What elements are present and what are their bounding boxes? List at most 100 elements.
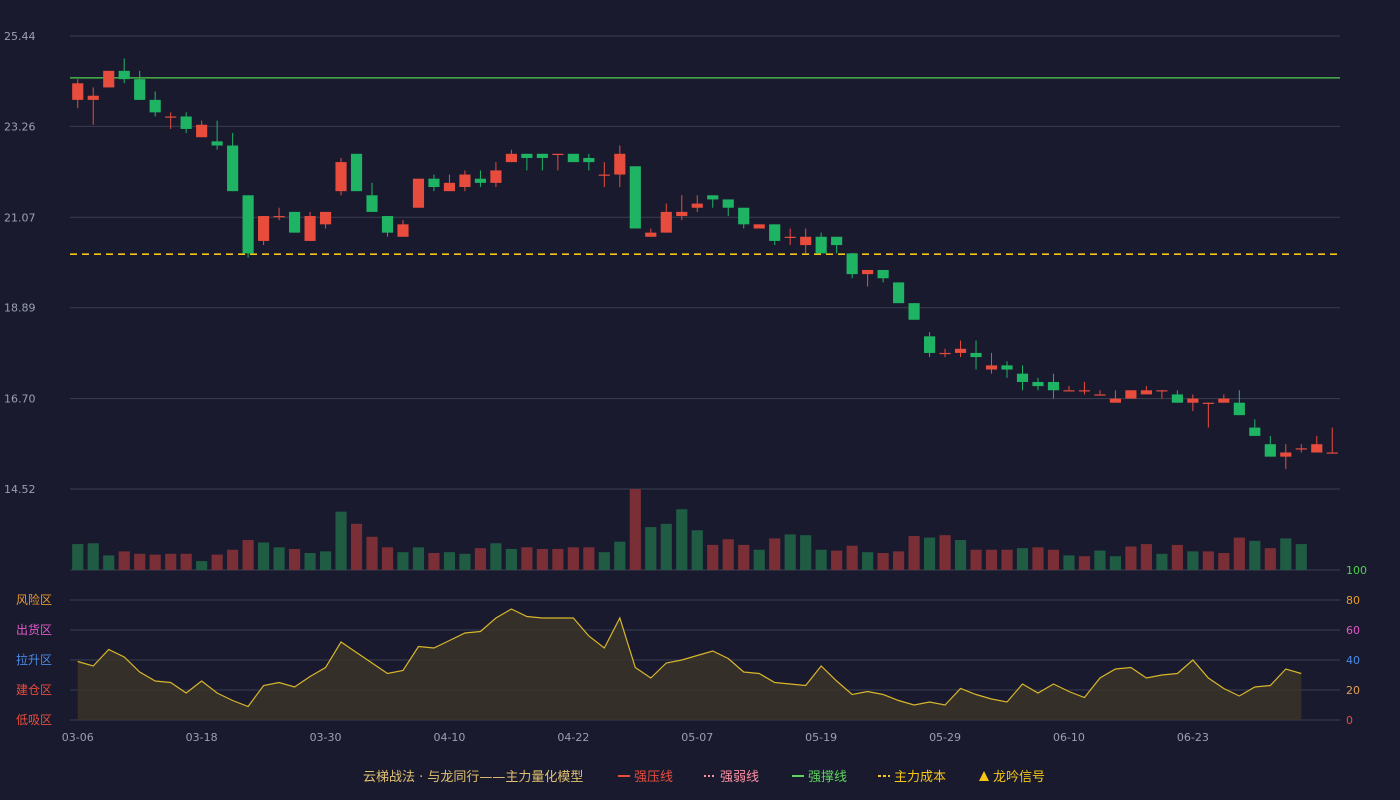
x-tick-label: 06-10: [1053, 731, 1085, 744]
volume-bar: [985, 549, 998, 570]
candle-body: [242, 195, 254, 254]
candle-body: [1001, 365, 1013, 370]
volume-bar: [753, 549, 765, 570]
candle-body: [1233, 402, 1245, 416]
candle-body: [769, 224, 781, 241]
candle-body: [474, 178, 487, 183]
volume-bar: [490, 543, 502, 570]
stock-chart: 25.44 23.26 21.07 18.89 16.70 14.52 100 80 60 40 2…: [4, 30, 1367, 785]
volume-bar: [800, 535, 812, 570]
candle-body: [335, 162, 347, 192]
legend-triangle-icon: [979, 771, 989, 781]
volume-bar: [691, 530, 703, 570]
indicator-zone-label: 风险区: [16, 592, 52, 607]
volume-bar: [1063, 555, 1075, 570]
candle-body: [707, 195, 719, 200]
candle-body: [288, 211, 301, 233]
volume-bar: [412, 547, 425, 570]
indicator-tick-label: 0: [1346, 714, 1353, 727]
candle-body: [1063, 390, 1075, 392]
candle-body: [908, 303, 920, 320]
price-grid: [70, 35, 1340, 721]
indicator-zone-label: 低吸区: [16, 713, 52, 727]
volume-bar: [738, 544, 750, 570]
candle-body: [862, 269, 874, 275]
legend-label: 强撑线: [808, 770, 847, 785]
volume-bar: [149, 554, 161, 570]
volume-bar: [397, 552, 409, 570]
volume-bar: [614, 541, 626, 570]
candle-body: [567, 153, 579, 163]
indicator-area: [77, 609, 1302, 720]
volume-bar: [567, 547, 579, 570]
candle-body: [598, 174, 610, 176]
candle-body: [552, 153, 564, 156]
indicator-tick-label: 100: [1346, 564, 1367, 577]
volume-bar: [103, 555, 115, 570]
volume-bar: [350, 523, 363, 570]
candle-body: [118, 70, 130, 80]
candle-body: [443, 182, 456, 192]
volume-bar: [1202, 551, 1214, 570]
candle-body: [1140, 390, 1152, 395]
volume-bar: [505, 548, 517, 570]
volume-bar: [1078, 556, 1091, 570]
candle-body: [939, 352, 951, 355]
volume-bar: [227, 549, 239, 570]
volume-bar: [598, 552, 610, 570]
candle-body: [1156, 390, 1168, 392]
x-tick-label: 03-18: [186, 731, 218, 744]
volume-bar: [1171, 544, 1183, 570]
candle-body: [1295, 448, 1307, 450]
candle-body: [149, 99, 161, 113]
volume-bar: [552, 548, 564, 570]
candle-body: [1187, 398, 1199, 403]
candle-body: [459, 174, 471, 187]
volume-bar: [583, 547, 595, 570]
candle-body: [211, 141, 223, 146]
volume-bar: [1295, 544, 1307, 570]
candle-body: [1047, 381, 1060, 391]
candle-body: [800, 236, 812, 246]
volume-bars: [72, 489, 1307, 570]
candle-body: [660, 211, 672, 233]
indicator-zone-label: 拉升区: [16, 652, 52, 667]
candle-body: [1202, 402, 1214, 404]
candle-body: [893, 282, 905, 304]
candle-body: [428, 178, 440, 187]
price-tick-label: 23.26: [4, 120, 36, 133]
volume-bar: [1047, 549, 1060, 570]
candle-body: [505, 153, 517, 163]
volume-bar: [1280, 538, 1292, 570]
indicator-tick-label: 40: [1346, 654, 1360, 667]
candle-body: [72, 83, 84, 100]
indicator-zone-label: 建仓区: [16, 683, 52, 697]
volume-bar: [165, 553, 177, 570]
candle-body: [784, 236, 796, 238]
candle-body: [521, 153, 533, 158]
candle-body: [165, 116, 177, 118]
volume-bar: [939, 535, 951, 570]
volume-bar: [1032, 547, 1044, 570]
candle-body: [273, 216, 285, 218]
volume-bar: [831, 550, 843, 570]
candle-body: [614, 153, 626, 175]
candle-body: [87, 95, 99, 100]
candle-body: [815, 236, 827, 254]
candle-body: [645, 232, 657, 237]
candlesticks: [72, 58, 1338, 470]
volume-bar: [1109, 556, 1122, 570]
volume-bar: [319, 551, 332, 570]
x-tick-label: 03-06: [62, 731, 94, 744]
x-tick-label: 05-19: [805, 731, 837, 744]
volume-bar: [815, 549, 827, 570]
volume-bar: [1001, 549, 1013, 570]
volume-bar: [1233, 537, 1245, 570]
volume-bar: [645, 527, 657, 570]
volume-bar: [381, 547, 394, 570]
volume-bar: [242, 540, 254, 570]
indicator-tick-label: 20: [1346, 684, 1360, 697]
volume-bar: [474, 548, 487, 570]
x-tick-label: 04-22: [557, 731, 589, 744]
volume-bar: [521, 547, 533, 570]
